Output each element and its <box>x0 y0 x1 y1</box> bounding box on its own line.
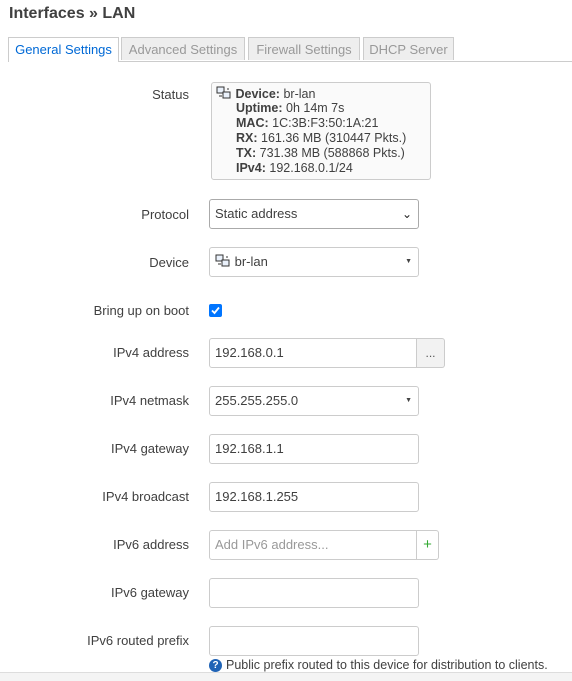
ipv4-gateway-label: IPv4 gateway <box>110 441 189 456</box>
ipv4-address-input[interactable]: 192.168.0.1 <box>209 338 417 368</box>
page-title: Interfaces » LAN <box>9 5 136 22</box>
ipv6-address-label: IPv6 address <box>113 537 189 552</box>
caret-down-icon: ▼ <box>405 258 412 265</box>
ipv4-broadcast-label: IPv4 broadcast <box>102 489 189 504</box>
protocol-label: Protocol <box>141 207 189 222</box>
tab-dhcp-server[interactable]: DHCP Server <box>363 37 454 60</box>
mac-value: 1C:3B:F3:50:1A:21 <box>272 116 379 130</box>
add-ipv6-address-button[interactable]: + <box>417 530 439 560</box>
ipv4-gateway-value: 192.168.1.1 <box>215 441 284 456</box>
ipv4-broadcast-value: 192.168.1.255 <box>215 489 299 504</box>
ipv4-address-more-button[interactable]: ... <box>417 338 445 368</box>
device-dropdown[interactable]: br-lan ▼ <box>209 247 419 277</box>
ipv6-gateway-input[interactable] <box>209 578 419 608</box>
device-label: Device <box>149 255 189 270</box>
tab-advanced-settings[interactable]: Advanced Settings <box>121 37 245 60</box>
ipv4-key: IPv4: <box>236 161 266 175</box>
network-device-icon <box>216 86 231 99</box>
ipv6-address-input[interactable]: Add IPv6 address... <box>209 530 417 560</box>
ipv4-gateway-input[interactable]: 192.168.1.1 <box>209 434 419 464</box>
protocol-value: Static address <box>215 206 298 221</box>
ipv6-prefix-hint: ? Public prefix routed to this device for… <box>209 658 548 672</box>
ipv6-prefix-hint-text: Public prefix routed to this device for … <box>226 658 548 672</box>
ipv4-value: 192.168.0.1/24 <box>269 161 353 175</box>
ipv6-address-placeholder: Add IPv6 address... <box>215 537 329 552</box>
rx-key: RX: <box>236 131 258 145</box>
caret-down-icon: ▼ <box>405 397 412 404</box>
device-key: Device: <box>235 87 280 101</box>
status-label: Status <box>152 87 189 102</box>
network-device-icon <box>215 254 230 267</box>
uptime-value: 0h 14m 7s <box>286 101 345 115</box>
ipv4-netmask-dropdown[interactable]: 255.255.255.0 ▼ <box>209 386 419 416</box>
ipv4-address-value: 192.168.0.1 <box>215 345 284 360</box>
boot-checkbox[interactable] <box>209 304 222 317</box>
boot-label: Bring up on boot <box>93 303 189 318</box>
tab-firewall-settings[interactable]: Firewall Settings <box>248 37 360 60</box>
uptime-key: Uptime: <box>236 101 283 115</box>
ipv6-prefix-label: IPv6 routed prefix <box>87 633 189 648</box>
ipv6-prefix-input[interactable] <box>209 626 419 656</box>
tab-bar: General Settings Advanced Settings Firew… <box>8 37 572 62</box>
tx-value: 731.38 MB (588868 Pkts.) <box>259 146 405 160</box>
device-value: br-lan <box>283 87 316 101</box>
chevron-down-icon: ⌄ <box>401 207 412 221</box>
status-box: Device: br-lan Uptime: 0h 14m 7s MAC: 1C… <box>211 82 431 180</box>
ipv4-broadcast-input[interactable]: 192.168.1.255 <box>209 482 419 512</box>
rx-value: 161.36 MB (310447 Pkts.) <box>261 131 407 145</box>
ipv4-netmask-value: 255.255.255.0 <box>215 393 299 408</box>
ipv4-netmask-label: IPv4 netmask <box>110 393 189 408</box>
ipv6-gateway-label: IPv6 gateway <box>110 585 189 600</box>
device-dropdown-value: br-lan <box>234 254 268 269</box>
protocol-select[interactable]: Static address ⌄ <box>209 199 419 229</box>
ipv4-address-label: IPv4 address <box>113 345 189 360</box>
help-icon: ? <box>209 659 222 672</box>
tab-general-settings[interactable]: General Settings <box>8 37 119 62</box>
tx-key: TX: <box>236 146 257 160</box>
check-icon <box>211 306 220 315</box>
mac-key: MAC: <box>236 116 269 130</box>
